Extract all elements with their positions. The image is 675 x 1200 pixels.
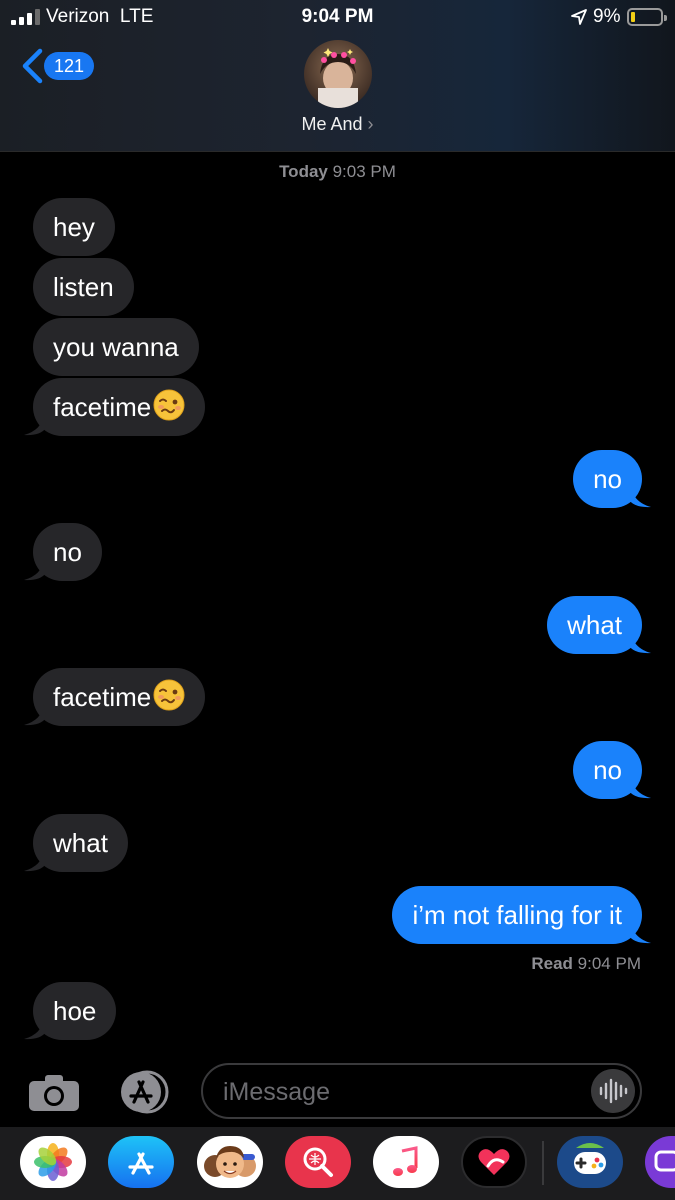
message-text: hoe: [53, 996, 97, 1026]
bubble-tail: [24, 1018, 46, 1040]
bubble-tail: [629, 486, 651, 508]
incoming-message-bubble[interactable]: what: [33, 814, 128, 872]
bubble-tail: [629, 777, 651, 799]
imessage-input[interactable]: iMessage: [201, 1063, 642, 1119]
message-text: listen: [53, 272, 114, 302]
app-store-button-icon[interactable]: [114, 1070, 172, 1114]
game-app-icon[interactable]: [557, 1136, 623, 1188]
bubble-tail: [24, 850, 46, 872]
woozy-face-emoji: [153, 389, 185, 421]
photos-app-icon[interactable]: [20, 1136, 86, 1188]
battery-icon: [627, 8, 667, 26]
digital-touch-icon[interactable]: [461, 1136, 527, 1188]
bubble-tail: [24, 414, 46, 436]
contact-name-label: Me And: [301, 114, 363, 134]
read-receipt: Read 9:04 PM: [531, 954, 641, 974]
read-label: Read: [531, 954, 573, 973]
app-store-icon[interactable]: [108, 1136, 174, 1188]
music-icon[interactable]: [373, 1136, 439, 1188]
message-text: what: [567, 610, 622, 640]
message-text: no: [593, 464, 622, 494]
status-bar: Verizon LTE 9:04 PM 9%: [0, 0, 675, 36]
unread-count-badge[interactable]: 121: [44, 52, 95, 80]
contact-name[interactable]: Me And ›: [0, 114, 675, 135]
read-time: 9:04 PM: [572, 954, 641, 973]
audio-message-icon[interactable]: [591, 1069, 635, 1113]
camera-icon[interactable]: [28, 1074, 80, 1112]
message-text: hey: [53, 212, 95, 242]
incoming-message-bubble[interactable]: listen: [33, 258, 134, 316]
timestamp-day: Today: [279, 162, 328, 181]
input-placeholder: iMessage: [223, 1078, 330, 1106]
back-chevron-icon[interactable]: [20, 48, 44, 84]
message-text: i’m not falling for it: [412, 900, 622, 930]
memoji-icon[interactable]: [197, 1136, 263, 1188]
conversation-header: Verizon LTE 9:04 PM 9% 121 Me And ›: [0, 0, 675, 152]
outgoing-message-bubble[interactable]: what: [547, 596, 642, 654]
battery-percent: 9%: [593, 6, 621, 27]
incoming-message-bubble[interactable]: you wanna: [33, 318, 199, 376]
location-arrow-icon: [571, 9, 587, 25]
bubble-tail: [629, 922, 651, 944]
timestamp-time: 9:03 PM: [327, 162, 396, 181]
partial-app-icon[interactable]: [645, 1136, 675, 1188]
incoming-message-bubble[interactable]: hey: [33, 198, 115, 256]
app-drawer: [0, 1127, 675, 1200]
message-text: facetime: [53, 392, 152, 422]
outgoing-message-bubble[interactable]: i’m not falling for it: [392, 886, 642, 944]
drawer-divider: [542, 1141, 544, 1185]
bubble-tail: [24, 559, 46, 581]
message-text: you wanna: [53, 332, 179, 362]
woozy-face-emoji: [153, 679, 185, 711]
bubble-tail: [629, 632, 651, 654]
message-text: facetime: [53, 682, 152, 712]
incoming-message-bubble[interactable]: facetime: [33, 668, 206, 726]
message-text: what: [53, 828, 108, 858]
contact-avatar[interactable]: [304, 40, 372, 108]
conversation-timestamp: Today 9:03 PM: [0, 162, 675, 182]
incoming-message-bubble[interactable]: facetime: [33, 378, 206, 436]
chevron-right-icon: ›: [367, 114, 374, 134]
message-text: no: [53, 537, 82, 567]
search-images-icon[interactable]: [285, 1136, 351, 1188]
message-text: no: [593, 755, 622, 785]
bubble-tail: [24, 704, 46, 726]
